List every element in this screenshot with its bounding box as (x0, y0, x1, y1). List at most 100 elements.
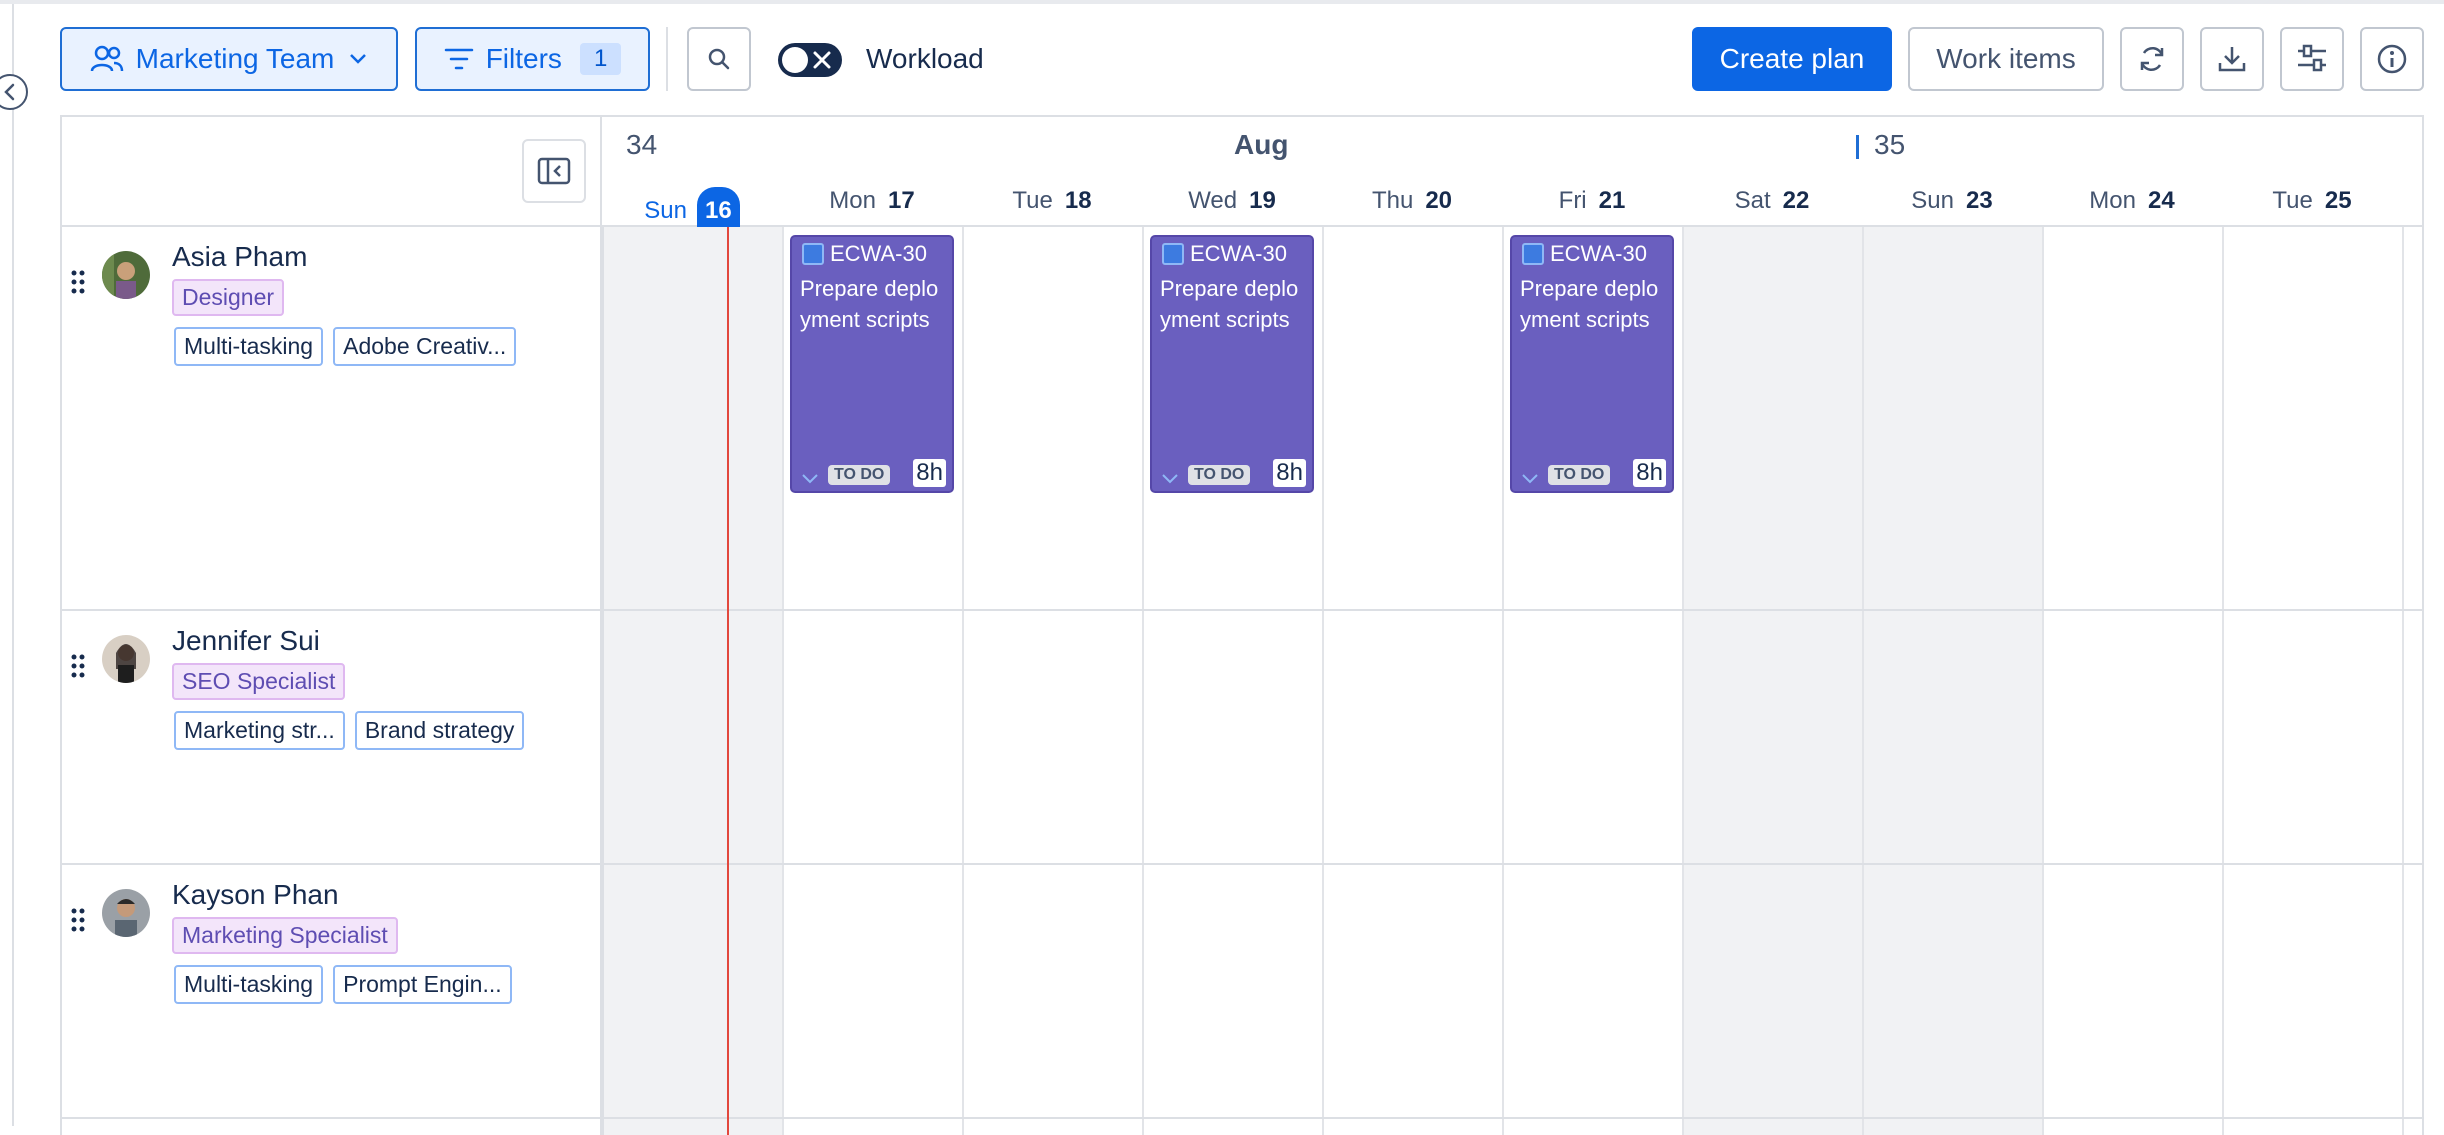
day-header[interactable]: Thu 20 (1322, 187, 1502, 215)
avatar[interactable] (102, 635, 150, 683)
drag-handle-icon[interactable] (70, 907, 86, 935)
collapse-sidebar-button[interactable] (0, 74, 28, 110)
row-separator (62, 1117, 2422, 1119)
day-name: Mon (829, 187, 876, 214)
today-date-badge: 16 (697, 187, 740, 231)
avatar[interactable] (102, 251, 150, 299)
day-name: Thu (1371, 187, 1414, 214)
task-id: ECWA-30 (1550, 241, 1647, 266)
day-number: 19 (1249, 187, 1276, 214)
task-hours: 8h (913, 459, 946, 487)
task-hours: 8h (1273, 459, 1306, 487)
day-header[interactable]: Tue 18 (962, 187, 1142, 215)
skill-list: Marketing str... Brand strategy (174, 711, 525, 750)
person-name[interactable]: Kayson Phan (172, 879, 339, 911)
task-checkbox-icon (802, 243, 824, 265)
day-header[interactable]: Wed 19 (1142, 187, 1322, 215)
person-name[interactable]: Jennifer Sui (172, 625, 320, 657)
search-icon (708, 48, 730, 70)
day-number: 24 (2147, 187, 2175, 214)
day-header[interactable]: Mon 17 (782, 187, 962, 215)
chevron-down-icon[interactable] (1520, 473, 1540, 485)
day-column[interactable] (962, 227, 1142, 1135)
download-button[interactable] (2200, 27, 2264, 91)
day-column[interactable] (2222, 227, 2402, 1135)
day-column[interactable] (1322, 227, 1502, 1135)
task-card[interactable]: ECWA-30 Prepare deployment scripts TO DO… (1150, 235, 1314, 493)
day-number: 18 (1064, 187, 1092, 214)
toggle-panel-button[interactable] (522, 139, 586, 203)
day-header[interactable]: Mon 24 (2042, 187, 2222, 215)
filter-icon (444, 48, 473, 70)
status-badge: TO DO (828, 465, 891, 485)
grid-corner (62, 117, 602, 227)
create-plan-button[interactable]: Create plan (1692, 27, 1892, 91)
task-title: Prepare deployment scripts (1160, 276, 1299, 332)
day-name: Tue (1012, 187, 1053, 214)
refresh-icon (2140, 46, 2164, 72)
task-title: Prepare deployment scripts (1520, 276, 1659, 332)
status-badge: TO DO (1188, 465, 1251, 485)
chevron-down-icon[interactable] (1160, 473, 1180, 485)
settings-button[interactable] (2280, 27, 2344, 91)
drag-handle-icon[interactable] (70, 653, 86, 681)
team-selector-button[interactable]: Marketing Team (60, 27, 398, 91)
skill-tag: Adobe Creativ... (333, 327, 517, 366)
day-name: Wed (1188, 187, 1238, 214)
skill-list: Multi-tasking Prompt Engin... (174, 965, 512, 1004)
filters-count-badge: 1 (579, 43, 622, 75)
day-name: Tue (2272, 187, 2313, 214)
week-number: 34 (626, 129, 658, 160)
drag-handle-icon[interactable] (70, 269, 86, 297)
day-name: Mon (2089, 187, 2136, 214)
create-plan-label: Create plan (1719, 43, 1865, 74)
day-column[interactable] (1862, 227, 2042, 1135)
skill-tag: Prompt Engin... (333, 965, 512, 1004)
task-card[interactable]: ECWA-30 Prepare deployment scripts TO DO… (1510, 235, 1674, 493)
skill-tag: Multi-tasking (174, 965, 324, 1004)
info-icon (2377, 44, 2407, 74)
today-line (727, 227, 729, 1135)
task-card[interactable]: ECWA-30 Prepare deployment scripts TO DO… (790, 235, 954, 493)
person-row: Jennifer Sui SEO Specialist Marketing st… (62, 611, 602, 863)
skill-tag: Multi-tasking (174, 327, 324, 366)
day-column[interactable] (1682, 227, 1862, 1135)
day-number: 25 (2324, 187, 2352, 214)
workload-toggle[interactable] (778, 43, 842, 77)
day-header[interactable]: Fri 21 (1502, 187, 1682, 215)
left-rail (0, 4, 28, 1126)
task-checkbox-icon (1522, 243, 1544, 265)
day-number: 17 (887, 187, 915, 214)
day-header[interactable]: Sun 23 (1862, 187, 2042, 215)
close-icon (813, 51, 831, 69)
day-column[interactable] (2402, 227, 2422, 1135)
search-button[interactable] (687, 27, 751, 91)
day-header[interactable]: Sun 16 (602, 187, 782, 231)
day-name: Fri (1558, 187, 1587, 214)
refresh-button[interactable] (2120, 27, 2184, 91)
role-badge: Designer (172, 279, 285, 316)
day-number: 21 (1598, 187, 1626, 214)
day-name: Sun (644, 197, 687, 224)
role-badge: SEO Specialist (172, 663, 346, 700)
day-name: Sun (1911, 187, 1954, 214)
day-number: 23 (1966, 187, 1993, 214)
day-column[interactable] (602, 227, 782, 1135)
task-checkbox-icon (1162, 243, 1184, 265)
task-id: ECWA-30 (1190, 241, 1287, 266)
day-header[interactable]: Tue 25 (2222, 187, 2402, 215)
skill-list: Multi-tasking Adobe Creativ... (174, 327, 517, 366)
day-name: Sat (1734, 187, 1771, 214)
sliders-icon (2298, 44, 2326, 72)
person-name[interactable]: Asia Pham (172, 241, 307, 273)
chevron-down-icon[interactable] (800, 473, 820, 485)
day-column[interactable] (2042, 227, 2222, 1135)
toolbar: Marketing Team Filters 1 Workload Create… (60, 27, 2424, 91)
work-items-button[interactable]: Work items (1908, 27, 2104, 91)
info-button[interactable] (2360, 27, 2424, 91)
filters-button[interactable]: Filters 1 (415, 27, 650, 91)
avatar[interactable] (102, 889, 150, 937)
team-selector-label: Marketing Team (135, 43, 335, 74)
day-header[interactable]: Sat 22 (1682, 187, 1862, 215)
workload-label: Workload (866, 43, 984, 74)
